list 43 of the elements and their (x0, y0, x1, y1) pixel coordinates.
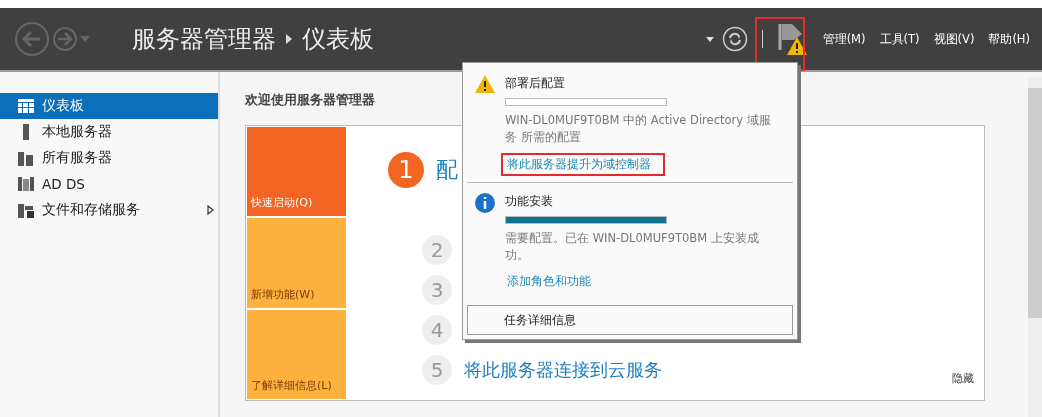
notification-title: 功能安装 (505, 192, 554, 210)
breadcrumb-arrow-icon (286, 34, 292, 44)
server-icon (18, 150, 34, 166)
step-number: 3 (422, 275, 452, 305)
warning-icon (475, 75, 495, 93)
notification-title: 部署后配置 (505, 75, 566, 92)
menu-item[interactable]: 管理(M) (822, 31, 866, 47)
breadcrumb-item: 服务器管理器 (132, 24, 276, 55)
menu-item[interactable]: 帮助(H) (988, 31, 1030, 47)
info-icon (475, 192, 495, 213)
scrollbar-thumb[interactable] (1028, 88, 1042, 318)
step-number: 5 (422, 355, 452, 385)
task-details-button[interactable]: 任务详细信息 (467, 305, 793, 335)
step-link[interactable]: 将此服务器连接到云服务 (464, 358, 662, 382)
sidebar-item[interactable]: 所有服务器 (0, 145, 218, 171)
grid-icon (18, 98, 34, 114)
notification-message: WIN-DL0MUF9T0BM 中的 Active Directory 域服务 所需的配置 (505, 112, 772, 147)
server-icon (18, 176, 34, 192)
task-link[interactable]: 将此服务器提升为域控制器 (501, 152, 665, 176)
scrollbar[interactable] (1028, 78, 1042, 417)
forward-icon[interactable] (52, 26, 78, 52)
task-link[interactable]: 添加角色和功能 (501, 270, 597, 293)
sidebar-item[interactable]: 仪表板 (0, 93, 218, 119)
back-icon[interactable] (14, 21, 50, 57)
step-number: 2 (422, 235, 452, 265)
hide-link[interactable]: 隐藏 (952, 372, 974, 385)
sidebar-item[interactable]: AD DS (0, 171, 218, 197)
menu-item[interactable]: 视图(V) (933, 31, 975, 47)
quick-tile[interactable]: 了解详细信息(L) (247, 309, 346, 399)
server-icon (18, 202, 34, 218)
notification-message: 需要配置。已在 WIN-DL0MUF9T0BM 上安装成功。 (505, 229, 760, 264)
breadcrumb-item: 仪表板 (302, 24, 374, 55)
expand-arrow-icon[interactable] (207, 205, 214, 215)
quick-tile[interactable]: 新增功能(W) (247, 218, 346, 308)
step-number: 4 (422, 315, 452, 345)
caret-icon[interactable] (705, 36, 714, 42)
menu-item[interactable]: 工具(T) (879, 31, 920, 47)
step-link[interactable]: 配 (436, 155, 458, 185)
refresh-icon[interactable] (721, 26, 748, 52)
welcome-heading: 欢迎使用服务器管理器 (245, 92, 375, 109)
sidebar-item[interactable]: 本地服务器 (0, 119, 218, 145)
step-number: 1 (388, 152, 424, 188)
sidebar-item[interactable]: 文件和存储服务 (0, 197, 218, 223)
